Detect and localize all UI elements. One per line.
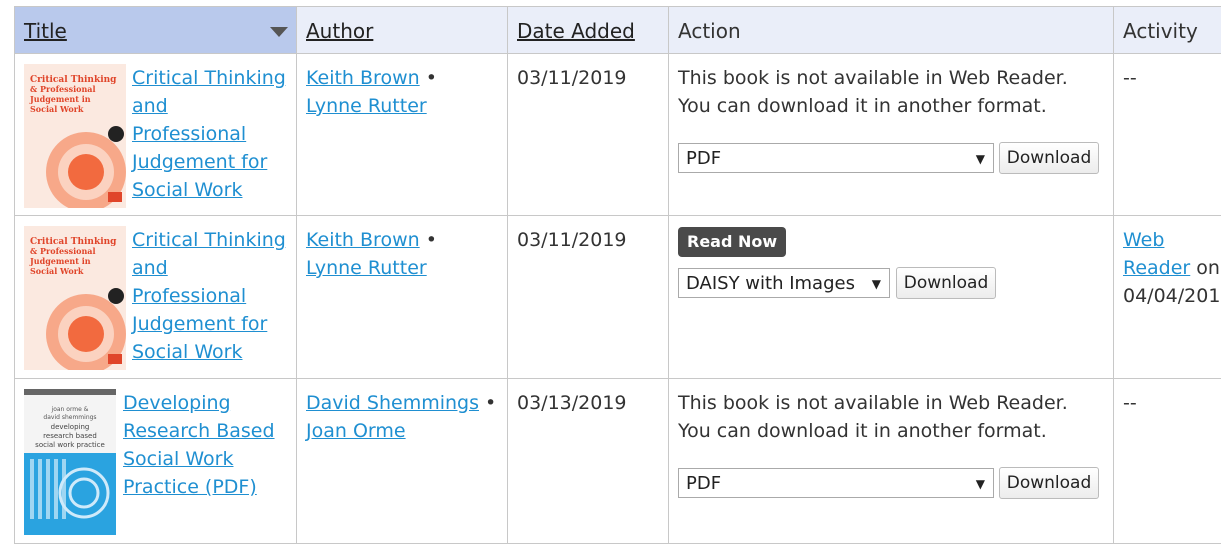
svg-text:david shemmings: david shemmings (43, 414, 96, 421)
author-link[interactable]: Lynne Rutter (306, 95, 427, 117)
activity-text: -- (1114, 379, 1221, 417)
column-header-activity: Activity (1114, 7, 1221, 54)
author-link[interactable]: David Shemmings (306, 392, 479, 414)
sort-date-added-link[interactable]: Date Added (517, 19, 635, 43)
table-row: Critical Thinking & Professional Judgeme… (15, 54, 1221, 216)
sort-author-link[interactable]: Author (306, 19, 373, 43)
activity-text: -- (1114, 54, 1221, 92)
activity-cell: -- (1114, 54, 1221, 216)
action-cell: This book is not available in Web Reader… (669, 54, 1114, 216)
author-cell: David Shemmings • Joan Orme (297, 379, 508, 544)
separator-dot: • (485, 392, 496, 414)
date-cell: 03/11/2019 (508, 216, 669, 379)
svg-text:Judgement in: Judgement in (29, 94, 91, 104)
read-now-button[interactable]: Read Now (678, 227, 786, 257)
svg-text:social work practice: social work practice (35, 441, 105, 449)
svg-text:Judgement in: Judgement in (29, 256, 91, 266)
date-added: 03/11/2019 (508, 54, 668, 92)
author-link[interactable]: Joan Orme (306, 420, 406, 442)
title-cell: Critical Thinking & Professional Judgeme… (15, 54, 297, 216)
header-row: Title Author Date Added Action Activity (15, 7, 1221, 54)
svg-text:research based: research based (43, 432, 97, 440)
date-added: 03/11/2019 (508, 216, 668, 254)
format-select[interactable]: DAISY with Images ▼ (678, 268, 890, 298)
separator-dot: • (426, 67, 437, 89)
format-select[interactable]: PDF ▼ (678, 143, 994, 173)
separator-dot: • (426, 229, 437, 251)
svg-text:developing: developing (51, 423, 90, 431)
download-note: You can download it in another format. (678, 420, 1047, 442)
web-reader-link[interactable]: WebReader (1123, 229, 1190, 279)
books-table: Title Author Date Added Action Activity (14, 6, 1221, 544)
svg-text:Social Work: Social Work (30, 266, 84, 276)
book-title-link[interactable]: Developing Research Based Social Work Pr… (123, 392, 275, 498)
book-title-link[interactable]: Critical Thinking and Professional Judge… (132, 229, 286, 363)
activity-on-text: on (1196, 257, 1220, 279)
book-cover[interactable]: joan orme & david shemmings developing r… (24, 389, 116, 535)
author-link[interactable]: Keith Brown (306, 67, 420, 89)
dropdown-caret-icon: ▼ (976, 144, 985, 174)
book-cover[interactable]: Critical Thinking & Professional Judgeme… (24, 226, 126, 370)
author-cell: Keith Brown • Lynne Rutter (297, 54, 508, 216)
sort-down-triangle-icon[interactable] (270, 27, 288, 37)
unavailable-note: This book is not available in Web Reader… (678, 67, 1068, 89)
svg-text:& Professional: & Professional (30, 84, 96, 94)
dropdown-caret-icon: ▼ (872, 269, 881, 299)
title-cell: joan orme & david shemmings developing r… (15, 379, 297, 544)
activity-cell: WebReader on 04/04/201 (1114, 216, 1221, 379)
book-cover[interactable]: Critical Thinking & Professional Judgeme… (24, 64, 126, 208)
column-header-action: Action (669, 7, 1114, 54)
book-title-link[interactable]: Critical Thinking and Professional Judge… (132, 67, 286, 201)
table-row: Critical Thinking & Professional Judgeme… (15, 216, 1221, 379)
sort-title-link[interactable]: Title (24, 19, 67, 43)
svg-text:joan orme &: joan orme & (51, 406, 89, 413)
column-header-author[interactable]: Author (297, 7, 508, 54)
dropdown-caret-icon: ▼ (976, 469, 985, 499)
format-select[interactable]: PDF ▼ (678, 468, 994, 498)
download-button[interactable]: Download (999, 142, 1099, 174)
book-title-link-wrap: Critical Thinking and Professional Judge… (132, 226, 292, 366)
author-link[interactable]: Keith Brown (306, 229, 420, 251)
download-button[interactable]: Download (999, 467, 1099, 499)
column-header-title[interactable]: Title (15, 7, 297, 54)
svg-text:& Professional: & Professional (30, 246, 96, 256)
date-cell: 03/13/2019 (508, 379, 669, 544)
unavailable-note: This book is not available in Web Reader… (678, 392, 1068, 414)
title-cell: Critical Thinking & Professional Judgeme… (15, 216, 297, 379)
download-note: You can download it in another format. (678, 95, 1047, 117)
download-button[interactable]: Download (896, 267, 996, 299)
date-added: 03/13/2019 (508, 379, 668, 417)
svg-text:Social Work: Social Work (30, 104, 84, 114)
activity-cell: -- (1114, 379, 1221, 544)
column-header-date-added[interactable]: Date Added (508, 7, 669, 54)
book-title-link-wrap: Developing Research Based Social Work Pr… (123, 389, 293, 501)
author-cell: Keith Brown • Lynne Rutter (297, 216, 508, 379)
book-title-link-wrap: Critical Thinking and Professional Judge… (132, 64, 292, 204)
date-cell: 03/11/2019 (508, 54, 669, 216)
author-link[interactable]: Lynne Rutter (306, 257, 427, 279)
action-cell: Read Now DAISY with Images ▼ Download (669, 216, 1114, 379)
activity-date: 04/04/201 (1123, 285, 1220, 307)
action-cell: This book is not available in Web Reader… (669, 379, 1114, 544)
table-row: joan orme & david shemmings developing r… (15, 379, 1221, 544)
